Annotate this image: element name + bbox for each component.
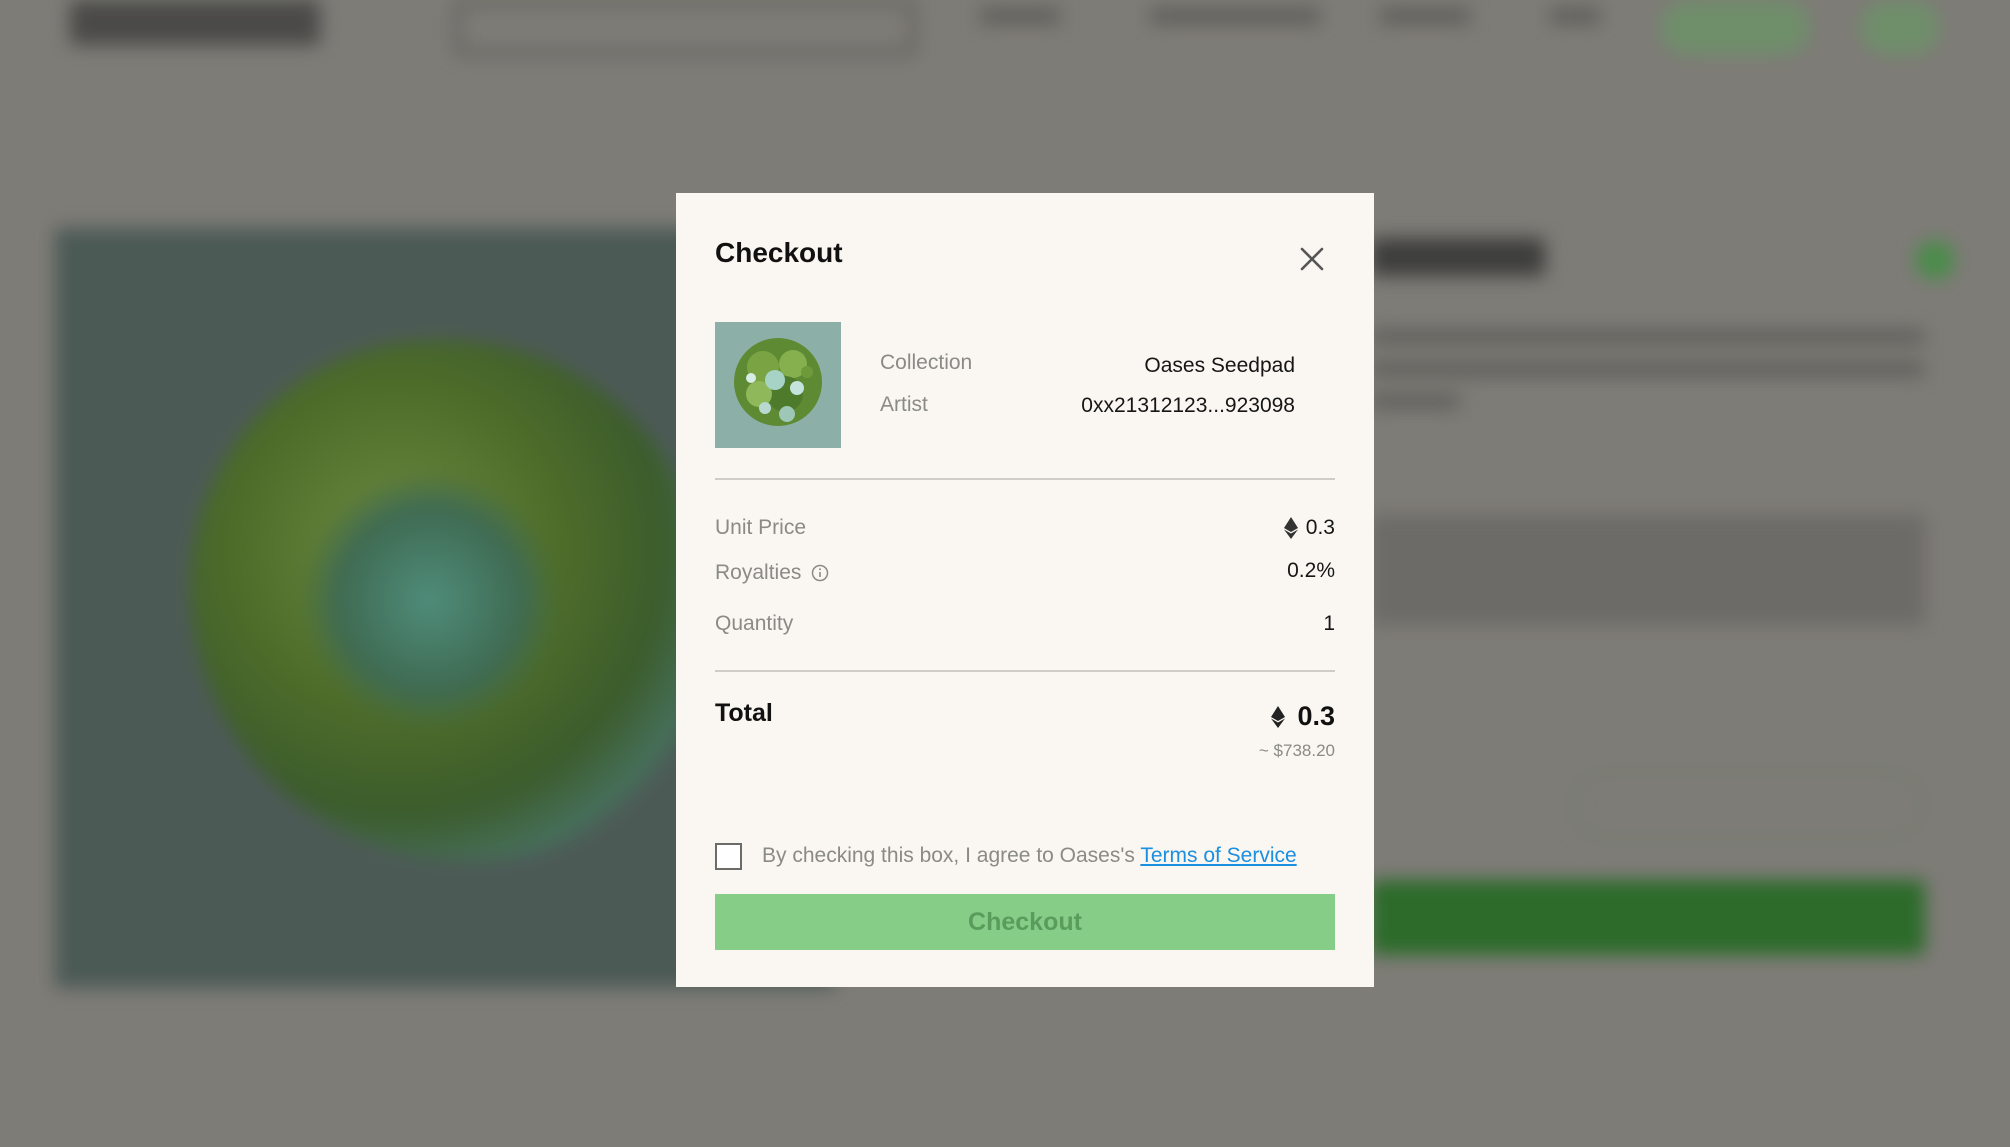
- background-logo: [70, 0, 320, 45]
- modal-title: Checkout: [715, 237, 843, 268]
- total-label: Total: [715, 699, 773, 727]
- unit-price-value: 0.3: [1305, 516, 1335, 539]
- collection-value: Oases Seedpad: [1144, 354, 1295, 377]
- background-search-bar: [455, 0, 915, 55]
- ethereum-icon: [1283, 517, 1298, 539]
- quantity-row: Quantity 1: [715, 612, 1335, 642]
- artwork-image: [715, 322, 841, 448]
- total-value-group: 0.3: [1271, 701, 1335, 732]
- unit-price-row: Unit Price 0.3: [715, 516, 1335, 546]
- divider: [715, 670, 1335, 672]
- background-status-dot: [1915, 240, 1955, 280]
- background-buy-button: [1370, 880, 1925, 955]
- background-quantity-control: [1570, 770, 1925, 840]
- unit-price-value-group: 0.3: [1283, 516, 1335, 540]
- quantity-label: Quantity: [715, 612, 794, 635]
- royalties-label-group: Royalties: [715, 561, 829, 585]
- background-nav-item: [1550, 8, 1600, 24]
- artist-label: Artist: [880, 393, 928, 416]
- background-avatar-pill: [1860, 0, 1940, 55]
- background-text-line: [1370, 394, 1460, 408]
- royalties-value: 0.2%: [1287, 559, 1335, 582]
- unit-price-label: Unit Price: [715, 516, 807, 539]
- info-icon[interactable]: [811, 564, 829, 582]
- terms-agreement-row: By checking this box, I agree to Oases's…: [715, 839, 1335, 873]
- background-text-line: [1370, 362, 1925, 376]
- background-nav-item: [1150, 8, 1320, 24]
- total-usd: ~ $738.20: [1258, 741, 1335, 760]
- checkout-button[interactable]: Checkout: [715, 894, 1335, 950]
- artwork-thumbnail: [715, 322, 841, 448]
- background-nav-item: [1380, 8, 1470, 24]
- royalties-label: Royalties: [715, 561, 802, 584]
- background-title: [1370, 238, 1545, 276]
- collection-label: Collection: [880, 351, 973, 374]
- close-icon: [1300, 247, 1324, 271]
- ethereum-icon: [1271, 705, 1286, 728]
- terms-checkbox[interactable]: [715, 842, 742, 870]
- background-nav-item: [980, 8, 1060, 24]
- background-wallet-pill: [1660, 0, 1810, 55]
- terms-agreement-prefix: By checking this box, I agree to Oases's: [762, 844, 1141, 867]
- checkout-modal: Checkout Collection Oases Seedpad Artist…: [676, 193, 1374, 987]
- background-artwork-blob: [300, 470, 560, 730]
- artist-value: 0xx21312123...923098: [1081, 394, 1295, 417]
- quantity-value: 1: [1323, 612, 1335, 635]
- royalties-row: Royalties 0.2%: [715, 559, 1335, 591]
- total-value: 0.3: [1297, 701, 1335, 731]
- background-text-line: [1370, 330, 1925, 344]
- close-button[interactable]: [1298, 245, 1326, 273]
- terms-of-service-link[interactable]: Terms of Service: [1140, 844, 1296, 867]
- divider: [715, 478, 1335, 480]
- background-info-box: [1370, 515, 1925, 625]
- terms-agreement-text: By checking this box, I agree to Oases's…: [762, 844, 1297, 868]
